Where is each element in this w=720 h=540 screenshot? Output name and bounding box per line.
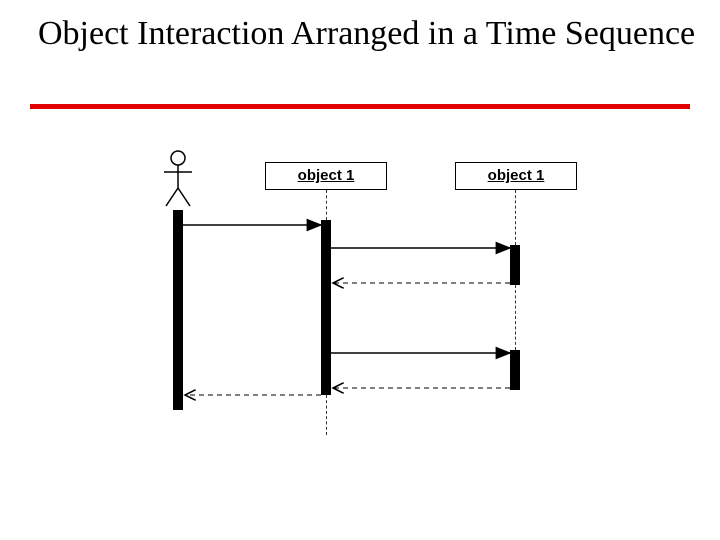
- lifeline: [515, 285, 516, 350]
- object-label: object 1: [488, 167, 545, 184]
- object-label: object 1: [298, 167, 355, 184]
- lifeline: [326, 190, 327, 220]
- activation-bar: [510, 350, 520, 390]
- actor-icon: [158, 150, 198, 210]
- activation-bar: [321, 220, 331, 395]
- lifeline: [326, 395, 327, 435]
- lifeline: [515, 190, 516, 245]
- messages-overlay: [0, 0, 720, 540]
- sequence-diagram: object 1 object 1: [0, 0, 720, 540]
- object-box-1: object 1: [265, 162, 387, 190]
- activation-bar: [173, 210, 183, 410]
- slide: Object Interaction Arranged in a Time Se…: [0, 0, 720, 540]
- activation-bar: [510, 245, 520, 285]
- object-box-2: object 1: [455, 162, 577, 190]
